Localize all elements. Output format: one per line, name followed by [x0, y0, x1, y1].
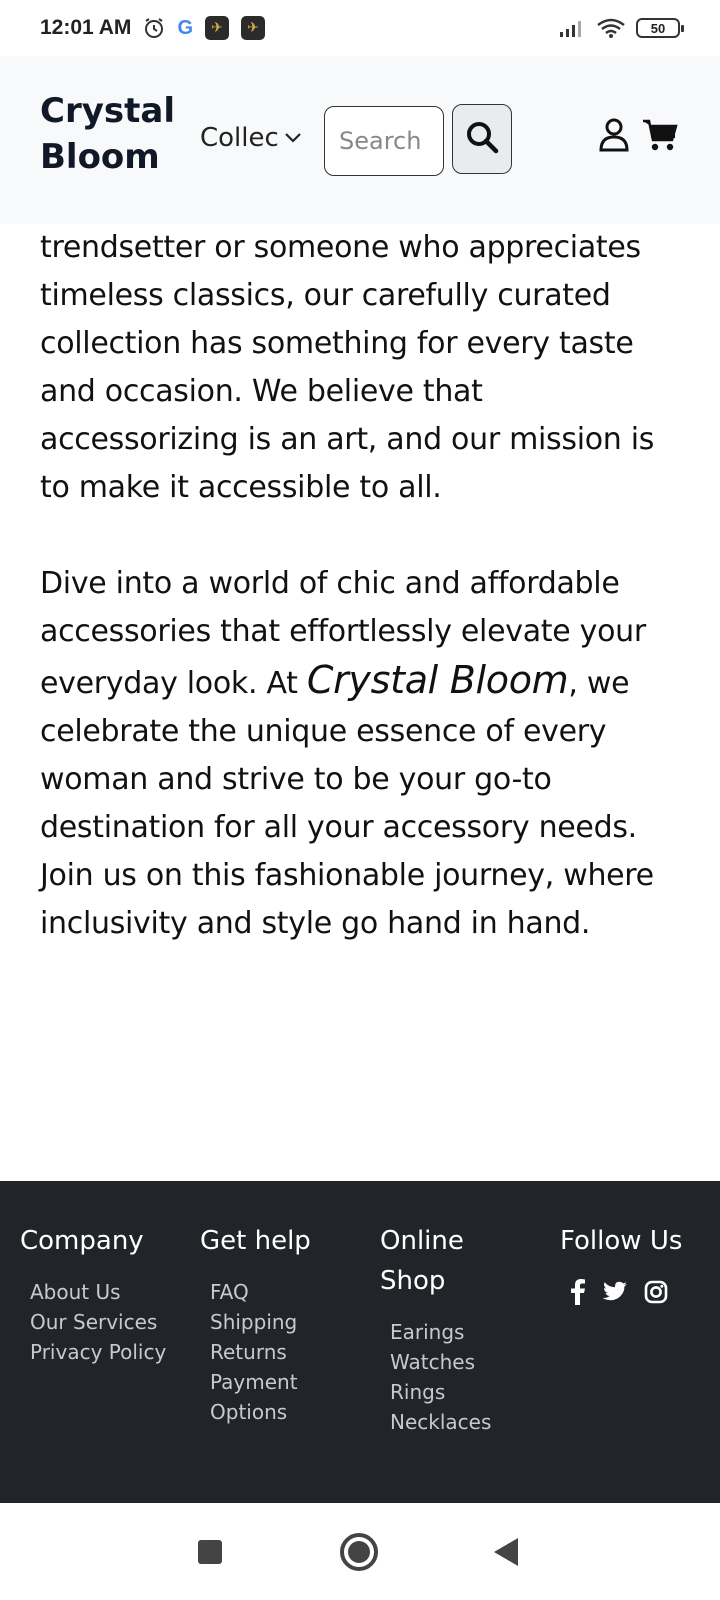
- search-input[interactable]: [324, 106, 444, 176]
- system-navigation-bar: [0, 1503, 720, 1600]
- user-icon[interactable]: [598, 118, 630, 156]
- footer-link-payment-options[interactable]: Payment Options: [210, 1367, 360, 1427]
- facebook-icon[interactable]: [570, 1279, 586, 1309]
- footer: Company About Us Our Services Privacy Po…: [0, 1181, 720, 1503]
- status-bar: 12:01 AM G ✈ ✈ 50: [0, 0, 720, 56]
- home-button[interactable]: [340, 1533, 378, 1571]
- footer-column-follow: Follow Us: [560, 1221, 710, 1309]
- navbar: Crystal Bloom Collections: [0, 56, 720, 224]
- app-icon: ✈: [241, 16, 265, 40]
- cart-icon[interactable]: [642, 118, 678, 156]
- paragraph-2-text-end: , we celebrate the unique essence of eve…: [40, 666, 654, 941]
- footer-heading-follow: Follow Us: [560, 1226, 683, 1256]
- footer-link-rings[interactable]: Rings: [390, 1377, 530, 1407]
- about-paragraph-2: Dive into a world of chic and affordable…: [40, 560, 690, 948]
- about-content: trendsetter or someone who appreciates t…: [40, 224, 690, 948]
- footer-link-returns[interactable]: Returns: [210, 1337, 360, 1367]
- footer-link-about-us[interactable]: About Us: [30, 1277, 180, 1307]
- footer-links-shop: Earings Watches Rings Necklaces: [380, 1317, 530, 1437]
- footer-column-shop: Online Shop Earings Watches Rings Neckla…: [380, 1221, 530, 1437]
- home-icon: [348, 1541, 370, 1563]
- signal-icon: [558, 18, 586, 38]
- instagram-icon[interactable]: [644, 1280, 668, 1308]
- footer-link-our-services[interactable]: Our Services: [30, 1307, 180, 1337]
- brand-logo[interactable]: Crystal Bloom: [40, 88, 190, 180]
- footer-heading-help: Get help: [200, 1226, 311, 1256]
- status-time: 12:01 AM: [40, 16, 132, 39]
- footer-link-watches[interactable]: Watches: [390, 1347, 530, 1377]
- status-icons-right: 50: [558, 17, 684, 39]
- footer-link-faq[interactable]: FAQ: [210, 1277, 360, 1307]
- status-icons-left: G ✈ ✈: [143, 16, 265, 40]
- about-paragraph-1: trendsetter or someone who appreciates t…: [40, 230, 655, 505]
- alarm-icon: [143, 17, 165, 39]
- twitter-icon[interactable]: [602, 1281, 628, 1307]
- brand-inline: Crystal Bloom: [306, 658, 569, 702]
- footer-links-company: About Us Our Services Privacy Policy: [20, 1277, 180, 1367]
- footer-link-shipping[interactable]: Shipping: [210, 1307, 360, 1337]
- footer-links-help: FAQ Shipping Returns Payment Options: [200, 1277, 360, 1427]
- footer-link-privacy-policy[interactable]: Privacy Policy: [30, 1337, 180, 1367]
- back-button[interactable]: [494, 1538, 518, 1566]
- footer-column-help: Get help FAQ Shipping Returns Payment Op…: [200, 1221, 360, 1427]
- app-icon: ✈: [205, 16, 229, 40]
- footer-link-earings[interactable]: Earings: [390, 1317, 530, 1347]
- recents-button[interactable]: [198, 1540, 222, 1564]
- footer-heading-shop: Online Shop: [380, 1226, 464, 1296]
- collections-label: Collections: [200, 123, 278, 153]
- google-icon: G: [177, 16, 193, 39]
- search-button[interactable]: [452, 104, 512, 174]
- battery-icon: 50: [636, 18, 684, 38]
- collections-dropdown[interactable]: Collections: [200, 118, 308, 158]
- social-links: [560, 1279, 710, 1309]
- footer-column-company: Company About Us Our Services Privacy Po…: [20, 1221, 180, 1367]
- search-icon: [465, 120, 499, 158]
- footer-link-necklaces[interactable]: Necklaces: [390, 1407, 530, 1437]
- footer-heading-company: Company: [20, 1226, 144, 1256]
- chevron-down-icon: [284, 129, 302, 148]
- wifi-icon: [596, 17, 626, 39]
